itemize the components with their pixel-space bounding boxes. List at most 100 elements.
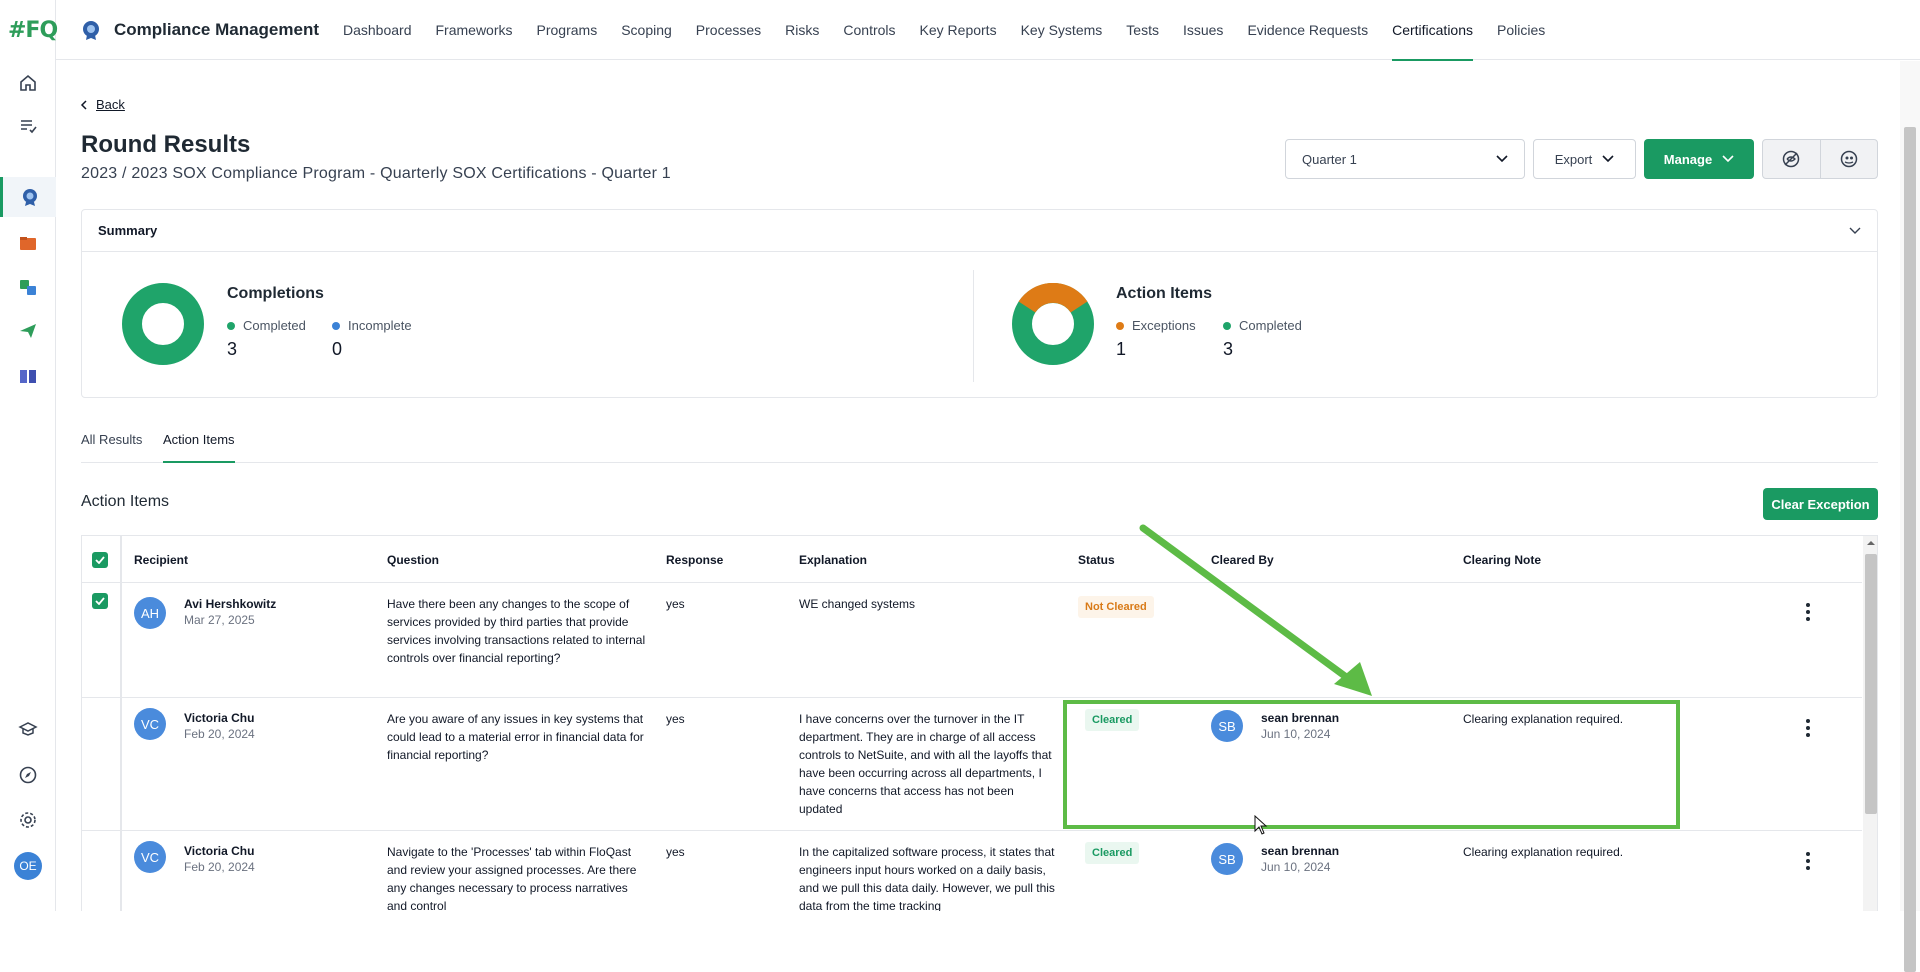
- page-title: Round Results: [81, 131, 251, 158]
- recipient-date: Feb 20, 2024: [184, 860, 255, 874]
- back-link[interactable]: Back: [80, 97, 125, 112]
- completed-count: 3: [227, 339, 238, 359]
- select-all-checkbox[interactable]: [92, 552, 108, 568]
- summary-header[interactable]: Summary: [82, 210, 1877, 252]
- completions-title: Completions: [227, 285, 324, 302]
- nav-programs[interactable]: Programs: [537, 0, 598, 60]
- row-checkbox[interactable]: [92, 593, 108, 609]
- back-label: Back: [96, 97, 125, 112]
- response-text: yes: [666, 597, 685, 611]
- chevron-down-icon: [1496, 155, 1508, 163]
- header-explanation[interactable]: Explanation: [799, 553, 867, 567]
- export-button[interactable]: Export: [1533, 139, 1636, 179]
- nav-key-systems[interactable]: Key Systems: [1021, 0, 1103, 60]
- explanation-text: WE changed systems: [799, 597, 916, 611]
- page-scrollbar[interactable]: [1900, 61, 1920, 972]
- action-completed-legend-label: Completed: [1239, 318, 1302, 333]
- settings-icon[interactable]: [0, 800, 56, 840]
- question-text: Are you aware of any issues in key syste…: [387, 712, 644, 762]
- table-scrollbar[interactable]: [1863, 536, 1878, 911]
- completed-legend: Completed: [227, 318, 306, 333]
- question-text: Have there been any changes to the scope…: [387, 597, 646, 665]
- avatar: AH: [134, 597, 166, 629]
- nav-policies[interactable]: Policies: [1497, 0, 1545, 60]
- table-scrollbar-thumb[interactable]: [1865, 554, 1877, 814]
- nav-processes[interactable]: Processes: [696, 0, 761, 60]
- nav-certifications[interactable]: Certifications: [1392, 0, 1473, 61]
- nav-issues[interactable]: Issues: [1183, 0, 1223, 60]
- compass-icon[interactable]: [0, 755, 56, 795]
- action-completed-legend: Completed: [1223, 318, 1302, 333]
- floqast-logo[interactable]: #FQ: [8, 18, 58, 43]
- page-subtitle: 2023 / 2023 SOX Compliance Program - Qua…: [81, 165, 671, 182]
- row-menu-icon[interactable]: [1798, 602, 1818, 622]
- folder-icon[interactable]: [0, 223, 56, 263]
- chevron-down-icon[interactable]: [1849, 227, 1861, 235]
- summary-card: Summary Completions Completed Incomplete…: [81, 209, 1878, 398]
- scroll-up-icon[interactable]: [1863, 537, 1878, 549]
- nav-controls[interactable]: Controls: [843, 0, 895, 60]
- row-menu-icon[interactable]: [1798, 718, 1818, 738]
- nav-frameworks[interactable]: Frameworks: [436, 0, 513, 60]
- nav-dashboard[interactable]: Dashboard: [343, 0, 412, 60]
- header-status[interactable]: Status: [1078, 553, 1115, 567]
- annotation-highlight-box: [1063, 700, 1680, 829]
- quarter-select[interactable]: Quarter 1: [1285, 139, 1525, 179]
- manage-button[interactable]: Manage: [1644, 139, 1754, 179]
- explanation-text: I have concerns over the turnover in the…: [799, 712, 1052, 816]
- section-title: Action Items: [81, 493, 170, 510]
- result-tabs: All Results Action Items: [81, 426, 1878, 463]
- recipient-date: Mar 27, 2025: [184, 613, 255, 627]
- exceptions-count: 1: [1116, 339, 1127, 359]
- top-navigation: Compliance Management Dashboard Framewor…: [56, 0, 1920, 61]
- exceptions-legend: Exceptions: [1116, 318, 1196, 333]
- cleared-by-avatar: SB: [1211, 843, 1243, 875]
- certifications-icon[interactable]: [0, 177, 56, 217]
- hide-icon[interactable]: [1763, 140, 1821, 178]
- book-icon[interactable]: [0, 356, 56, 396]
- avatar: VC: [134, 841, 166, 873]
- app-title: Compliance Management: [114, 19, 319, 39]
- completed-legend-label: Completed: [243, 318, 306, 333]
- question-text: Navigate to the 'Processes' tab within F…: [387, 845, 637, 911]
- status-badge: Cleared: [1085, 842, 1140, 864]
- response-text: yes: [666, 712, 685, 726]
- recipient-name: Avi Hershkowitz: [184, 597, 277, 611]
- mouse-cursor-icon: [1254, 815, 1268, 835]
- header-clearing-note[interactable]: Clearing Note: [1463, 553, 1541, 567]
- tab-action-items[interactable]: Action Items: [163, 426, 235, 463]
- send-icon[interactable]: [0, 311, 56, 351]
- tasks-icon[interactable]: [0, 106, 56, 146]
- row-menu-icon[interactable]: [1798, 851, 1818, 871]
- recipient-date: Feb 20, 2024: [184, 727, 255, 741]
- home-icon[interactable]: [0, 63, 56, 103]
- tab-all-results[interactable]: All Results: [81, 426, 142, 463]
- learn-icon[interactable]: [0, 709, 56, 749]
- response-text: yes: [666, 845, 685, 859]
- user-avatar[interactable]: OE: [14, 852, 42, 880]
- view-toggle-group: [1762, 139, 1878, 179]
- check-icon: [95, 597, 105, 605]
- action-completed-count: 3: [1223, 339, 1234, 359]
- table-row[interactable]: AH Avi Hershkowitz Mar 27, 2025 Have the…: [82, 583, 1862, 698]
- header-response[interactable]: Response: [666, 553, 723, 567]
- check-icon: [95, 556, 105, 564]
- header-recipient[interactable]: Recipient: [134, 553, 188, 567]
- nav-tests[interactable]: Tests: [1126, 0, 1159, 60]
- annotation-arrow-icon: [1139, 524, 1372, 696]
- manage-label: Manage: [1663, 151, 1713, 167]
- nav-key-reports[interactable]: Key Reports: [920, 0, 997, 60]
- header-question[interactable]: Question: [387, 553, 439, 567]
- left-rail: #FQ OE: [0, 0, 58, 911]
- view-as-user-icon[interactable]: [1821, 140, 1878, 178]
- table-row[interactable]: VC Victoria Chu Feb 20, 2024 Navigate to…: [82, 831, 1862, 911]
- page-scrollbar-thumb[interactable]: [1904, 127, 1916, 972]
- summary-title: Summary: [98, 223, 158, 238]
- clear-exception-button[interactable]: Clear Exception: [1763, 488, 1878, 520]
- completions-donut-chart: [122, 283, 204, 365]
- nav-scoping[interactable]: Scoping: [621, 0, 672, 60]
- nav-evidence-requests[interactable]: Evidence Requests: [1247, 0, 1368, 60]
- recipient-name: Victoria Chu: [184, 844, 255, 858]
- nav-risks[interactable]: Risks: [785, 0, 819, 60]
- sync-icon[interactable]: [0, 267, 56, 307]
